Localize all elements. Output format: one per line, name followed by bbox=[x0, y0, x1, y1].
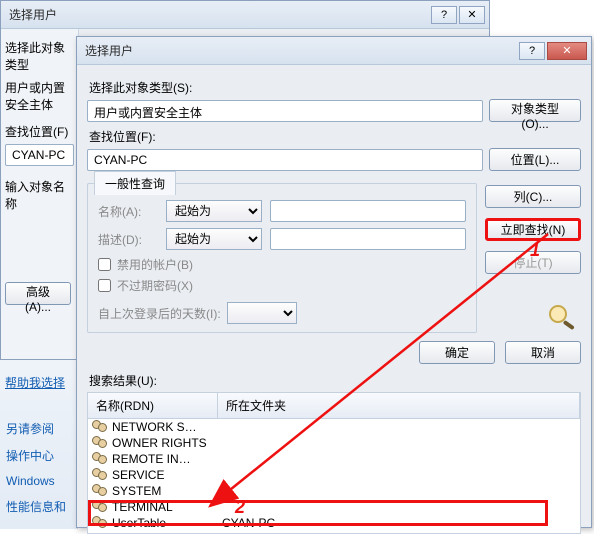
name-input[interactable] bbox=[270, 200, 466, 222]
label: 自上次登录后的天数(I): bbox=[98, 305, 221, 322]
columns-button[interactable]: 列(C)... bbox=[485, 185, 581, 208]
ok-button[interactable]: 确定 bbox=[419, 341, 495, 364]
label: 搜索结果(U): bbox=[89, 372, 581, 389]
tab-common-queries[interactable]: 一般性查询 bbox=[94, 171, 176, 195]
label: 选择此对象类型(S): bbox=[89, 79, 581, 96]
col-rdn[interactable]: 名称(RDN) bbox=[88, 393, 218, 418]
cell-rdn: OWNER RIGHTS bbox=[112, 436, 222, 450]
users-icon bbox=[92, 452, 108, 466]
label: 禁用的帐户(B) bbox=[117, 256, 193, 273]
titlebar: 选择用户 ? ✕ bbox=[77, 37, 591, 65]
table-row[interactable]: OWNER RIGHTS bbox=[88, 435, 580, 451]
users-icon bbox=[92, 420, 108, 434]
common-queries-group: 一般性查询 名称(A): 起始为 描述(D): 起始为 bbox=[87, 183, 477, 333]
label: 用户或内置安全主体 bbox=[5, 79, 74, 113]
label: 选择此对象类型 bbox=[5, 39, 74, 73]
table-row[interactable]: REMOTE IN… bbox=[88, 451, 580, 467]
cell-rdn: REMOTE IN… bbox=[112, 452, 222, 466]
cell-rdn: SYSTEM bbox=[112, 484, 222, 498]
users-icon bbox=[92, 436, 108, 450]
windows-link[interactable]: Windows bbox=[6, 474, 71, 488]
cancel-button[interactable]: 取消 bbox=[505, 341, 581, 364]
desc-input[interactable] bbox=[270, 228, 466, 250]
window-title: 选择用户 bbox=[85, 42, 133, 59]
users-icon bbox=[92, 468, 108, 482]
label: 查找位置(F) bbox=[5, 123, 74, 140]
name-mode-select[interactable]: 起始为 bbox=[166, 200, 262, 222]
find-now-button[interactable]: 立即查找(N) bbox=[485, 218, 581, 241]
table-row[interactable]: SYSTEM bbox=[88, 483, 580, 499]
desc-mode-select[interactable]: 起始为 bbox=[166, 228, 262, 250]
location-field[interactable]: CYAN-PC bbox=[5, 144, 74, 166]
label: 不过期密码(X) bbox=[117, 277, 193, 294]
action-center-link[interactable]: 操作中心 bbox=[6, 447, 71, 464]
disabled-accounts-checkbox[interactable] bbox=[98, 258, 111, 271]
help-icon[interactable]: ? bbox=[519, 42, 545, 60]
results-header: 名称(RDN) 所在文件夹 bbox=[87, 392, 581, 418]
label: 查找位置(F): bbox=[89, 128, 581, 145]
users-icon bbox=[92, 484, 108, 498]
advanced-button[interactable]: 高级(A)... bbox=[5, 282, 71, 305]
annotation-highlight-row-top bbox=[88, 500, 548, 516]
locations-button[interactable]: 位置(L)... bbox=[489, 148, 581, 171]
col-folder[interactable]: 所在文件夹 bbox=[218, 393, 580, 418]
window-title: 选择用户 bbox=[9, 6, 57, 23]
search-icon bbox=[545, 302, 581, 333]
close-icon[interactable]: ✕ bbox=[459, 6, 485, 24]
annotation-2: 2 bbox=[235, 497, 245, 518]
close-icon[interactable]: ✕ bbox=[547, 42, 587, 60]
table-row[interactable]: SERVICE bbox=[88, 467, 580, 483]
label: 描述(D): bbox=[98, 231, 158, 248]
select-user-dialog: 选择用户 ? ✕ 选择此对象类型(S): 用户或内置安全主体 对象类型(O)..… bbox=[76, 36, 592, 528]
non-expiring-checkbox[interactable] bbox=[98, 279, 111, 292]
location-field[interactable]: CYAN-PC bbox=[87, 149, 483, 171]
label: 名称(A): bbox=[98, 203, 158, 220]
cell-rdn: SERVICE bbox=[112, 468, 222, 482]
help-icon[interactable]: ? bbox=[431, 6, 457, 24]
object-type-field[interactable]: 用户或内置安全主体 bbox=[87, 100, 483, 122]
table-row[interactable]: NETWORK S… bbox=[88, 419, 580, 435]
help-link[interactable]: 帮助我选择 bbox=[5, 374, 65, 391]
titlebar: 选择用户 ? ✕ bbox=[1, 1, 489, 29]
annotation-1: 1 bbox=[530, 240, 540, 261]
days-since-select[interactable] bbox=[227, 302, 297, 324]
see-also-link[interactable]: 另请参阅 bbox=[6, 420, 71, 437]
cell-rdn: NETWORK S… bbox=[112, 420, 222, 434]
object-types-button[interactable]: 对象类型(O)... bbox=[489, 99, 581, 122]
label: 输入对象名称 bbox=[5, 178, 74, 212]
perf-info-link[interactable]: 性能信息和 bbox=[6, 498, 71, 515]
